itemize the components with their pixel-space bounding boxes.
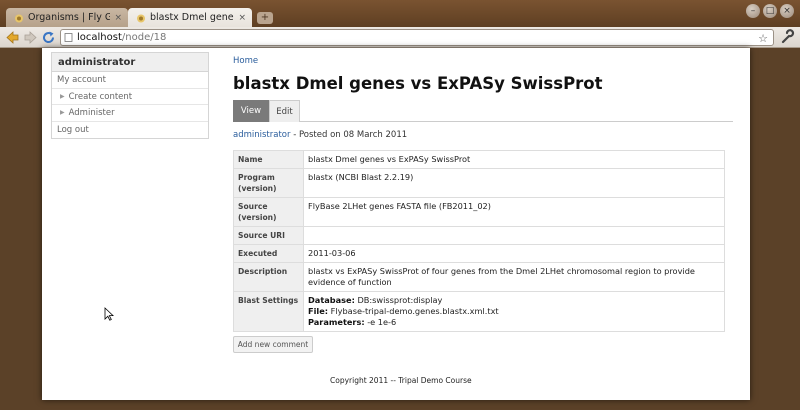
file-value: Flybase-tripal-demo.genes.blastx.xml.txt [328, 306, 499, 316]
close-window-button[interactable]: × [780, 4, 794, 18]
table-row: Program (version) blastx (NCBI Blast 2.2… [233, 168, 725, 198]
url-path: /node/18 [121, 32, 167, 43]
footer-copyright: Copyright 2011 -- Tripal Demo Course [330, 376, 472, 385]
node-tabs: View Edit [233, 100, 733, 122]
row-value [303, 226, 725, 245]
blast-settings-value: Database: DB:swissprot:display File: Fly… [303, 291, 725, 332]
page-icon [64, 33, 73, 42]
url-host: localhost [77, 32, 122, 43]
submitted-info: administrator - Posted on 08 March 2011 [233, 130, 407, 140]
parameters-value: -e 1e-6 [364, 317, 397, 327]
collapsed-arrow-icon: ▶ [60, 92, 65, 100]
tab-close-icon[interactable]: × [114, 13, 122, 23]
user-menu-block: administrator My account ▶ Create content… [51, 52, 209, 139]
sidebar-item-create-content[interactable]: ▶ Create content [52, 89, 208, 105]
sidebar-item-administer[interactable]: ▶ Administer [52, 105, 208, 122]
mouse-cursor-icon [104, 307, 114, 321]
database-label: Database: [308, 295, 355, 305]
row-value: blastx vs ExPASy SwissProt of four genes… [303, 262, 725, 292]
table-row: Source (version) FlyBase 2LHet genes FAS… [233, 197, 725, 227]
reload-icon [43, 31, 55, 44]
reload-button[interactable] [40, 29, 57, 46]
row-value: FlyBase 2LHet genes FASTA file (FB2011_0… [303, 197, 725, 227]
row-label: Executed [233, 244, 304, 263]
collapsed-arrow-icon: ▶ [60, 109, 65, 116]
sidebar-item-label: Create content [68, 91, 133, 102]
sidebar-item-log-out[interactable]: Log out [52, 122, 208, 139]
row-label: Name [233, 150, 304, 169]
row-value: blastx (NCBI Blast 2.2.19) [303, 168, 725, 198]
tab-close-icon[interactable]: × [238, 13, 246, 23]
breadcrumb-home[interactable]: Home [233, 56, 258, 66]
row-label: Source URI [233, 226, 304, 245]
forward-arrow-icon [24, 31, 37, 44]
sidebar-item-label: Log out [57, 124, 89, 135]
back-arrow-icon [6, 31, 19, 44]
sidebar-item-my-account[interactable]: My account [52, 72, 208, 89]
browser-tab-organisms[interactable]: Organisms | Fly Gene × [6, 8, 128, 27]
browser-tab-blastx[interactable]: blastx Dmel genes vs × [128, 8, 252, 27]
row-label: Blast Settings [233, 291, 304, 332]
drupal-favicon-icon [14, 13, 24, 23]
row-value: blastx Dmel genes vs ExPASy SwissProt [303, 150, 725, 169]
table-row: Executed 2011-03-06 [233, 244, 725, 263]
browser-tab-label: Organisms | Fly Gene [28, 12, 111, 23]
file-label: File: [308, 306, 329, 316]
row-value: 2011-03-06 [303, 244, 725, 263]
sidebar-item-label: My account [57, 75, 106, 85]
table-row: Description blastx vs ExPASy SwissProt o… [233, 262, 725, 292]
sidebar-item-label: Administer [68, 108, 115, 118]
author-link[interactable]: administrator [233, 130, 291, 140]
page-title: blastx Dmel genes vs ExPASy SwissProt [233, 74, 603, 93]
new-tab-button[interactable]: + [257, 12, 273, 24]
analysis-details-table: Name blastx Dmel genes vs ExPASy SwissPr… [233, 150, 725, 332]
posted-date: - Posted on 08 March 2011 [290, 130, 408, 140]
parameters-label: Parameters: [308, 317, 365, 327]
page-content: administrator My account ▶ Create content… [42, 48, 750, 400]
browser-titlebar: Organisms | Fly Gene × blastx Dmel genes… [0, 0, 800, 27]
minimize-button[interactable]: – [746, 4, 760, 18]
row-label: Program (version) [233, 168, 304, 198]
browser-tab-label: blastx Dmel genes vs [150, 12, 234, 23]
tab-edit[interactable]: Edit [269, 100, 300, 122]
tab-view[interactable]: View [233, 100, 269, 122]
table-row: Source URI [233, 226, 725, 245]
drupal-favicon-icon [136, 13, 146, 23]
row-label: Description [233, 262, 304, 292]
address-bar[interactable]: localhost/node/18 ☆ [60, 29, 774, 46]
database-value: DB:swissprot:display [354, 295, 443, 305]
wrench-icon[interactable] [779, 29, 795, 45]
maximize-button[interactable]: □ [763, 4, 777, 18]
bookmark-star-icon[interactable]: ☆ [758, 31, 768, 46]
row-label: Source (version) [233, 197, 304, 227]
table-row: Name blastx Dmel genes vs ExPASy SwissPr… [233, 150, 725, 169]
add-new-comment-button[interactable]: Add new comment [233, 336, 313, 353]
table-row: Blast Settings Database: DB:swissprot:di… [233, 291, 725, 332]
back-button[interactable] [4, 29, 21, 46]
user-menu-title: administrator [52, 53, 208, 72]
forward-button[interactable] [22, 29, 39, 46]
browser-toolbar: localhost/node/18 ☆ [0, 27, 800, 48]
